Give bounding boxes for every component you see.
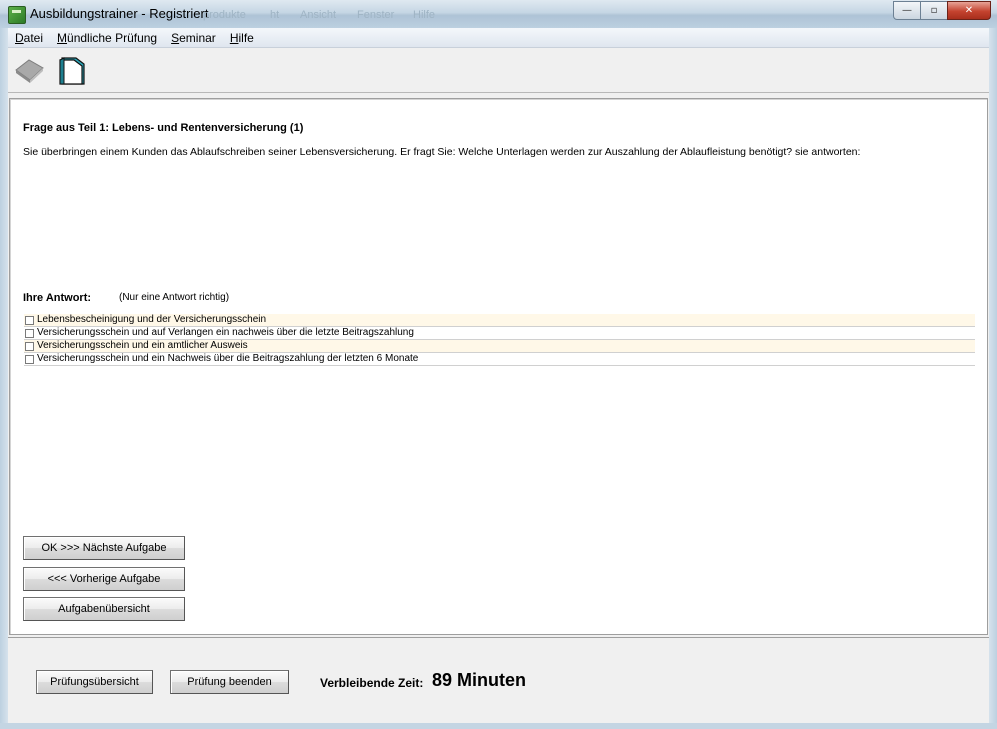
remaining-time-label: Verbleibende Zeit: <box>320 676 424 690</box>
window-title: Ausbildungstrainer - Registriert <box>30 6 209 21</box>
ghost-menu-item: Fenster <box>357 9 395 21</box>
menu-hilfe[interactable]: Hilfe <box>223 31 261 45</box>
window-frame-bottom <box>0 723 997 729</box>
answer-checkbox[interactable] <box>25 341 34 351</box>
answer-label: Ihre Antwort: <box>23 292 92 304</box>
answer-hint: (Nur eine Antwort richtig) <box>119 292 230 303</box>
answer-option[interactable]: Versicherungsschein und ein Nachweis übe… <box>24 353 975 366</box>
question-title: Frage aus Teil 1: Lebens- und Rentenvers… <box>23 122 304 134</box>
question-text: Sie überbringen einem Kunden das Ablaufs… <box>23 146 861 158</box>
ghost-menu-item: produkte <box>203 9 246 21</box>
answer-option[interactable]: Versicherungsschein und auf Verlangen ei… <box>24 327 975 340</box>
close-icon: ✕ <box>964 5 974 16</box>
answer-option-label: Versicherungsschein und ein Nachweis übe… <box>37 353 419 364</box>
answer-option[interactable]: Lebensbescheinigung und der Versicherung… <box>24 314 975 327</box>
maximize-icon: ▫ <box>930 5 938 16</box>
question-overview-button[interactable]: Aufgabenübersicht <box>23 597 185 621</box>
exam-overview-button[interactable]: Prüfungsübersicht <box>36 670 153 694</box>
window-controls: — ▫ ✕ <box>893 1 991 20</box>
answer-option-label: Lebensbescheinigung und der Versicherung… <box>37 314 267 325</box>
window-frame-left <box>0 28 8 729</box>
menu-seminar[interactable]: Seminar <box>164 31 223 45</box>
window-frame-right <box>989 28 997 729</box>
previous-question-button[interactable]: <<< Vorherige Aufgabe <box>23 567 185 591</box>
toolbar <box>8 48 989 93</box>
app-icon <box>8 6 26 24</box>
question-panel: Frage aus Teil 1: Lebens- und Rentenvers… <box>9 98 988 635</box>
menu-datei[interactable]: Datei <box>8 31 50 45</box>
end-exam-button[interactable]: Prüfung beenden <box>170 670 289 694</box>
answer-option[interactable]: Versicherungsschein und ein amtlicher Au… <box>24 340 975 353</box>
folder-icon[interactable] <box>56 54 90 86</box>
book-icon[interactable] <box>12 54 46 86</box>
remaining-time-value: 89 Minuten <box>432 670 527 690</box>
answer-checkbox[interactable] <box>25 354 34 364</box>
answer-checkbox[interactable] <box>25 315 34 325</box>
menu-muendliche-pruefung[interactable]: Mündliche Prüfung <box>50 31 164 45</box>
divider <box>8 637 989 638</box>
menu-bar: Datei Mündliche Prüfung Seminar Hilfe <box>8 28 989 48</box>
ghost-menu-item: ht <box>270 9 280 21</box>
answer-option-label: Versicherungsschein und auf Verlangen ei… <box>37 327 414 338</box>
app-window: Ausbildungstrainer - Registriert produkt… <box>0 0 997 729</box>
minimize-button[interactable]: — <box>893 1 921 20</box>
close-button[interactable]: ✕ <box>947 1 991 20</box>
ghost-menu-item: Hilfe <box>413 9 436 21</box>
next-question-button[interactable]: OK >>> Nächste Aufgabe <box>23 536 185 560</box>
answer-option-label: Versicherungsschein und ein amtlicher Au… <box>37 340 248 351</box>
answer-checkbox[interactable] <box>25 328 34 338</box>
answer-options: Lebensbescheinigung und der Versicherung… <box>24 314 975 366</box>
minimize-icon: — <box>902 5 912 16</box>
maximize-button[interactable]: ▫ <box>920 1 948 20</box>
ghost-menu-item: Ansicht <box>300 9 337 21</box>
title-bar[interactable]: Ausbildungstrainer - Registriert produkt… <box>0 0 997 29</box>
